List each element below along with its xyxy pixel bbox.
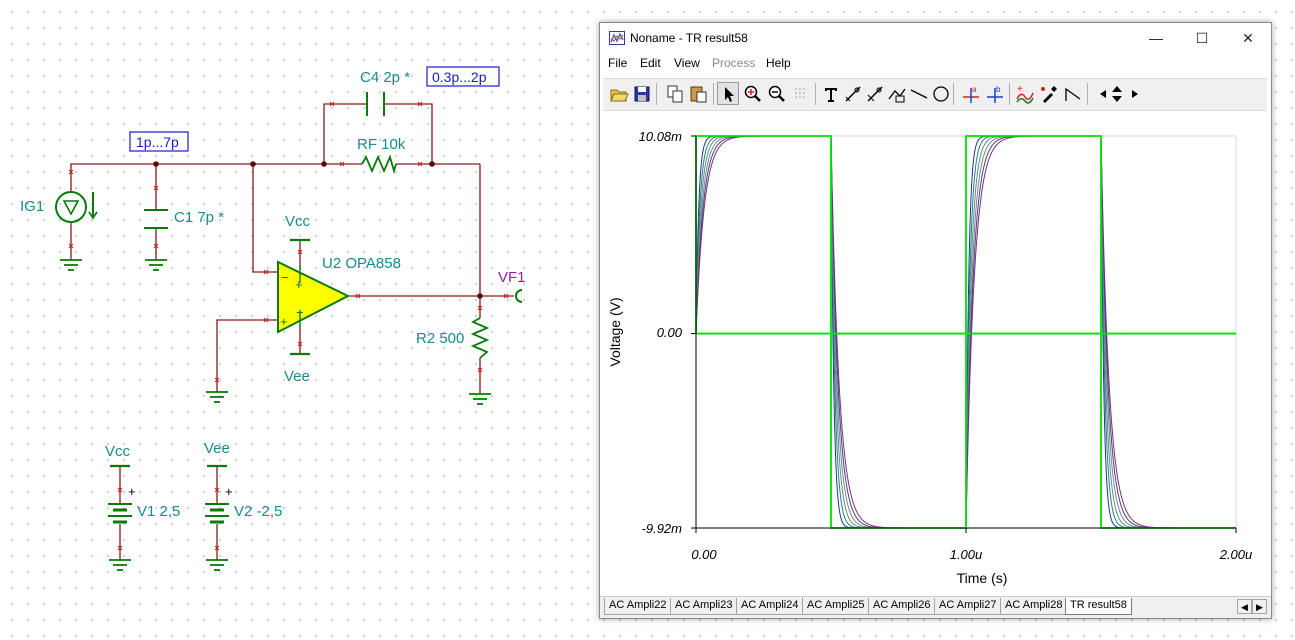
cursor-b-icon[interactable]	[863, 82, 885, 105]
v1-label: V1 2,5	[137, 503, 180, 520]
traces	[695, 135, 1236, 529]
ytick-bottom: -9.92m	[642, 521, 683, 536]
line-icon[interactable]	[907, 82, 929, 105]
x-axis-label: Time (s)	[957, 570, 1008, 586]
corner-icon[interactable]	[1061, 82, 1083, 105]
opamp-minus-bottom-label: −	[296, 305, 304, 320]
opamp-vee-label: Vee	[284, 368, 310, 385]
svg-text:a: a	[972, 85, 977, 94]
axis-ticks	[691, 135, 1237, 533]
menu-help[interactable]: Help	[766, 56, 791, 70]
tab-ac-ampli28[interactable]: AC Ampli28	[1000, 598, 1068, 615]
ig1-label: IG1	[20, 198, 44, 215]
y-axis-label: Voltage (V)	[607, 297, 623, 366]
zoom-in-icon[interactable]	[741, 82, 763, 105]
window-title: Noname - TR result58	[630, 31, 748, 45]
maximize-button[interactable]: ☐	[1179, 23, 1225, 53]
results-tab-bar: AC Ampli22 AC Ampli23 AC Ampli24 AC Ampl…	[600, 596, 1271, 618]
circuit-schematic: IG1 C1 7p * 1p...7p C4 2p * 0.3p...2p RF…	[20, 66, 526, 571]
v2-net-label: Vee	[204, 440, 230, 457]
tab-ac-ampli23[interactable]: AC Ampli23	[670, 598, 738, 615]
xtick-end: 2.00u	[1219, 547, 1253, 562]
save-icon[interactable]	[630, 82, 652, 105]
c4-label: C4 2p *	[360, 69, 410, 86]
opamp-vcc-label: Vcc	[285, 213, 311, 230]
text-icon[interactable]	[819, 82, 841, 105]
v1-net-label: Vcc	[105, 443, 131, 460]
nav-left-icon[interactable]	[1091, 82, 1106, 105]
minimize-button[interactable]: —	[1133, 23, 1179, 53]
ytick-top: 10.08m	[639, 129, 683, 144]
menu-file[interactable]: File	[608, 56, 627, 70]
c1-range-box[interactable]: 1p...7p	[136, 134, 179, 150]
pointer-icon[interactable]	[717, 82, 739, 105]
nav-updown-icon[interactable]	[1105, 82, 1123, 105]
opamp-label: U2 OPA858	[322, 255, 401, 272]
transient-chart[interactable]: 10.08m 0.00 -9.92m 0.00 1.00u 2.00u Time…	[600, 111, 1271, 593]
menu-view[interactable]: View	[674, 56, 700, 70]
svg-text:+: +	[1017, 84, 1023, 95]
grid-icon[interactable]	[789, 82, 811, 105]
tab-ac-ampli24[interactable]: AC Ampli24	[736, 598, 804, 615]
cursor-b-marker-icon[interactable]: b	[983, 82, 1005, 105]
cursor-a-marker-icon[interactable]: a	[959, 82, 981, 105]
svg-text:b: b	[996, 85, 1001, 94]
circle-icon[interactable]	[929, 82, 951, 105]
plot-area[interactable]: 10.08m 0.00 -9.92m 0.00 1.00u 2.00u Time…	[600, 111, 1271, 593]
tab-tr-result58[interactable]: TR result58	[1065, 598, 1132, 615]
color-picker-icon[interactable]	[1037, 82, 1059, 105]
close-button[interactable]: ✕	[1225, 23, 1271, 53]
rf-label: RF 10k	[357, 136, 406, 153]
nav-right-icon[interactable]	[1123, 82, 1138, 105]
menu-bar: File Edit View Process Help	[600, 53, 1271, 73]
opamp-minus-label: −	[281, 270, 289, 285]
tr-result-window[interactable]: Noname - TR result58 — ☐ ✕ File Edit Vie…	[599, 22, 1272, 619]
xtick-mid: 1.00u	[950, 547, 983, 562]
tab-scroll-left-icon[interactable]: ◀	[1237, 599, 1252, 614]
xtick-start: 0.00	[691, 547, 717, 562]
opamp-plus-label: +	[280, 314, 288, 329]
menu-process[interactable]: Process	[712, 56, 755, 70]
opamp-plus-top-label: +	[295, 277, 303, 292]
vf1-label: VF1	[498, 269, 526, 286]
tab-ac-ampli22[interactable]: AC Ampli22	[604, 598, 672, 615]
waveform-add-icon[interactable]: +	[1013, 82, 1035, 105]
cursor-a-icon[interactable]	[841, 82, 863, 105]
copy-icon[interactable]	[663, 82, 685, 105]
c4-range-box[interactable]: 0.3p...2p	[432, 69, 487, 85]
tab-ac-ampli25[interactable]: AC Ampli25	[802, 598, 870, 615]
title-bar[interactable]: Noname - TR result58 — ☐ ✕	[600, 23, 1271, 53]
v2-plus-label: +	[225, 484, 233, 499]
ytick-mid: 0.00	[657, 325, 683, 340]
zoom-out-icon[interactable]	[765, 82, 787, 105]
trace-ideal-0	[695, 135, 1236, 529]
toolbar: a b +	[603, 78, 1267, 111]
open-icon[interactable]	[607, 82, 629, 105]
tab-ac-ampli26[interactable]: AC Ampli26	[868, 598, 936, 615]
c1-label: C1 7p *	[174, 209, 224, 226]
paste-icon[interactable]	[687, 82, 709, 105]
tab-scroll-right-icon[interactable]: ▶	[1252, 599, 1267, 614]
v1-plus-label: +	[128, 484, 136, 499]
app-icon	[609, 31, 625, 45]
curve-label-icon[interactable]	[885, 82, 907, 105]
v2-label: V2 -2,5	[234, 503, 282, 520]
menu-edit[interactable]: Edit	[640, 56, 661, 70]
tab-ac-ampli27[interactable]: AC Ampli27	[934, 598, 1002, 615]
r2-label: R2 500	[416, 330, 464, 347]
